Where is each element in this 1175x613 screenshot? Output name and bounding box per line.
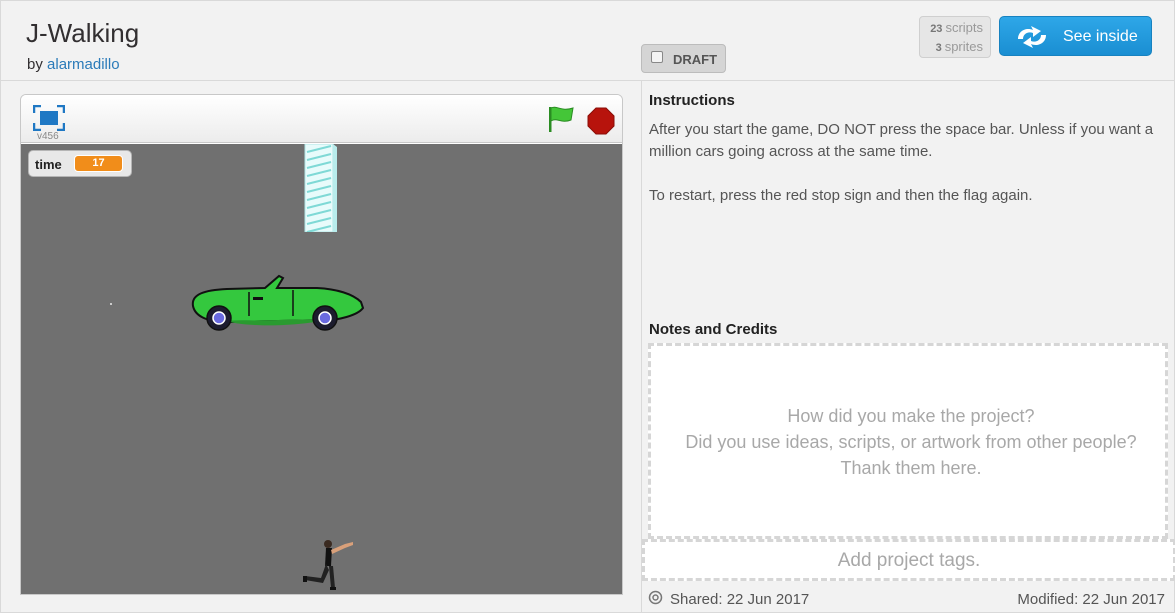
- project-title: J-Walking: [26, 18, 140, 48]
- stage-speck: [110, 303, 112, 305]
- notes-placeholder: How did you make the project? Did you us…: [685, 406, 1137, 478]
- by-label: by: [27, 56, 43, 73]
- see-inside-button[interactable]: See inside: [999, 16, 1152, 56]
- fullscreen-icon[interactable]: [33, 105, 65, 131]
- remix-arrows-icon: [1018, 26, 1046, 48]
- notes-field[interactable]: How did you make the project? Did you us…: [648, 343, 1168, 539]
- scripts-label: scripts: [945, 20, 983, 35]
- variable-value: 17: [74, 155, 123, 172]
- author-link[interactable]: alarmadillo: [47, 56, 120, 73]
- project-player: v456 time 17: [20, 94, 623, 595]
- stop-sign-icon[interactable]: [587, 107, 615, 135]
- project-info-panel: Instructions After you start the game, D…: [641, 81, 1175, 613]
- sprites-stat: 3 sprites: [936, 39, 983, 54]
- project-page: J-Walking by alarmadillo DRAFT 23 scripts…: [0, 0, 1175, 613]
- scripts-count: 23: [930, 23, 943, 35]
- project-dates: Shared: 22 Jun 2017 Modified: 22 Jun 201…: [642, 583, 1175, 613]
- draft-checkbox[interactable]: [651, 51, 663, 63]
- tags-field[interactable]: Add project tags.: [642, 539, 1175, 581]
- shared-date: Shared: 22 Jun 2017: [670, 591, 810, 608]
- variable-monitor: time 17: [28, 150, 132, 177]
- project-stats: 23 scripts 3 sprites: [919, 16, 991, 58]
- player-controls: v456: [21, 95, 622, 143]
- green-flag-icon[interactable]: [546, 105, 576, 133]
- sprites-label: sprites: [944, 39, 983, 54]
- version-label: v456: [37, 131, 59, 142]
- byline: by alarmadillo: [27, 56, 120, 73]
- modified-date: Modified: 22 Jun 2017: [1017, 591, 1165, 608]
- draft-toggle[interactable]: DRAFT: [641, 44, 726, 73]
- shared-icon: [648, 590, 663, 605]
- stage[interactable]: time 17: [21, 144, 622, 594]
- instructions-text: After you start the game, DO NOT press t…: [649, 121, 1154, 204]
- notes-heading: Notes and Credits: [649, 321, 778, 338]
- variable-name: time: [35, 157, 62, 172]
- see-inside-label: See inside: [1063, 28, 1138, 45]
- person-sprite: [303, 540, 353, 590]
- sprites-count: 3: [935, 42, 942, 54]
- tags-placeholder: Add project tags.: [837, 550, 981, 571]
- scripts-stat: 23 scripts: [930, 20, 983, 35]
- instructions-heading: Instructions: [649, 92, 735, 109]
- draft-label: DRAFT: [673, 52, 718, 67]
- building-sprite: [304, 144, 337, 232]
- car-sprite: [191, 274, 365, 331]
